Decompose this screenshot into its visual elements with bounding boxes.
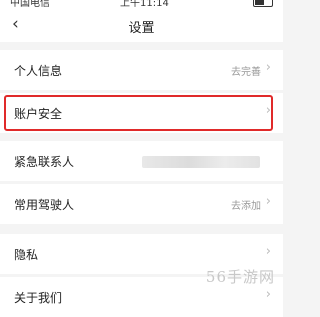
chevron-right-icon: ›	[265, 287, 271, 302]
settings-row-frequent-drivers[interactable]: 常用驾驶人 去添加 ›	[0, 184, 283, 224]
settings-row-emergency-contact[interactable]: 紧急联系人	[0, 141, 283, 181]
row-label: 个人信息	[14, 64, 63, 78]
clock-label: 上午11:14	[120, 0, 169, 9]
carrier-label: 中国电信	[10, 0, 50, 9]
row-label: 常用驾驶人	[14, 198, 75, 212]
row-label: 紧急联系人	[14, 155, 75, 169]
settings-row-personal-info[interactable]: 个人信息 去完善 ›	[0, 50, 283, 90]
battery-icon	[253, 0, 273, 7]
chevron-right-icon: ›	[265, 244, 271, 259]
page-title: 设置	[128, 21, 155, 36]
row-label: 关于我们	[14, 291, 63, 305]
row-label: 隐私	[14, 248, 39, 262]
redacted-value	[142, 156, 260, 168]
status-bar: 中国电信 上午11:14	[0, 0, 283, 10]
row-value: 去完善	[231, 67, 261, 78]
nav-bar: ‹ 设置	[0, 10, 283, 42]
row-value: 去添加	[231, 201, 261, 212]
chevron-right-icon: ›	[265, 60, 271, 75]
highlight-box	[4, 95, 273, 131]
chevron-right-icon: ›	[265, 194, 271, 209]
watermark: 56手游网	[205, 268, 275, 286]
